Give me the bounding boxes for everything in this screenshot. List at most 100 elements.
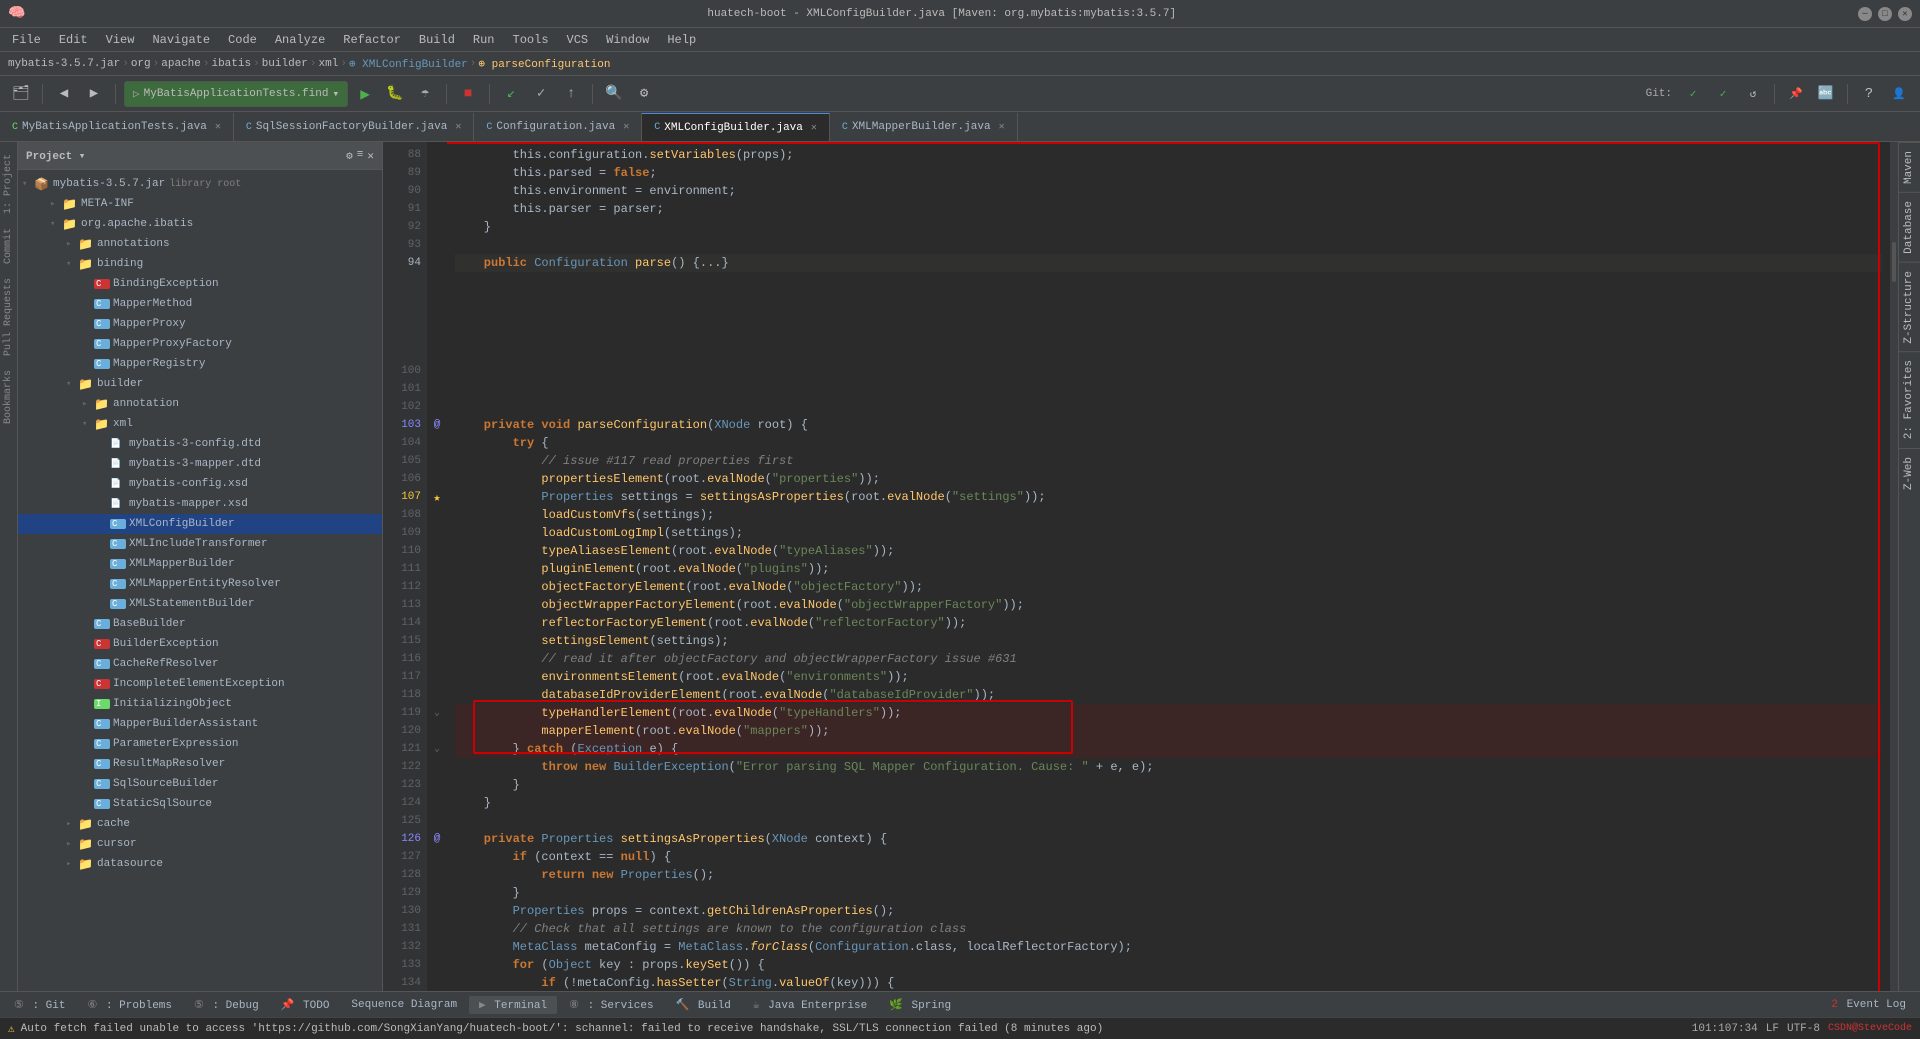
tree-meta-inf[interactable]: ▸ 📁 META-INF — [18, 194, 382, 214]
tree-mapper-registry[interactable]: C MapperRegistry — [18, 354, 382, 374]
breadcrumb-apache[interactable]: apache — [161, 58, 201, 70]
menu-item-tools[interactable]: Tools — [505, 31, 557, 49]
tree-mapper-proxy[interactable]: C MapperProxy — [18, 314, 382, 334]
z-favorites-tab[interactable]: 2: Favorites — [1899, 351, 1920, 447]
bottom-tab-sequence[interactable]: Sequence Diagram — [341, 997, 467, 1013]
menu-item-edit[interactable]: Edit — [51, 31, 96, 49]
search-everywhere-btn[interactable]: 🔍 — [601, 81, 627, 107]
toolbar-forward-btn[interactable]: ▶ — [81, 81, 107, 107]
tree-basebuilder[interactable]: C BaseBuilder — [18, 614, 382, 634]
tree-binding[interactable]: ▾ 📁 binding — [18, 254, 382, 274]
bottom-tab-problems[interactable]: ⑥ : Problems — [78, 996, 183, 1014]
z-structure-tab[interactable]: Z-Structure — [1899, 262, 1920, 352]
run-button[interactable]: ▶ — [352, 81, 378, 107]
tree-xmlmapperbuilder-node[interactable]: C XMLMapperBuilder — [18, 554, 382, 574]
tab-configuration[interactable]: C Configuration.java ✕ — [474, 113, 642, 141]
tree-cursor-folder[interactable]: ▸ 📁 cursor — [18, 834, 382, 854]
menu-item-navigate[interactable]: Navigate — [144, 31, 218, 49]
toolbar-back-btn[interactable]: ◀ — [51, 81, 77, 107]
commit-tool-btn[interactable]: Commit — [1, 224, 16, 268]
bottom-tab-debug[interactable]: ⑤ : Debug — [184, 996, 269, 1014]
breadcrumb-mybatis-jar[interactable]: mybatis-3.5.7.jar — [8, 58, 120, 70]
tab-mybatisapplicationtests[interactable]: C MyBatisApplicationTests.java ✕ — [0, 113, 234, 141]
breadcrumb-parseconfiguration[interactable]: ⊕ parseConfiguration — [478, 57, 610, 71]
minimize-button[interactable]: ─ — [1858, 7, 1872, 21]
tree-sqlsourcebuilder[interactable]: C SqlSourceBuilder — [18, 774, 382, 794]
tab-xmlconfigbuilder[interactable]: C XMLConfigBuilder.java ✕ — [642, 113, 830, 141]
menu-item-file[interactable]: File — [4, 31, 49, 49]
git-check-2[interactable]: ✓ — [1710, 81, 1736, 107]
debug-button[interactable]: 🐛 — [382, 81, 408, 107]
breadcrumb-xml[interactable]: xml — [319, 58, 339, 70]
tree-binding-exception[interactable]: C BindingException — [18, 274, 382, 294]
help-btn[interactable]: ? — [1856, 81, 1882, 107]
tree-xmlincludetransformer[interactable]: C XMLIncludeTransformer — [18, 534, 382, 554]
tree-annotation[interactable]: ▸ 📁 annotation — [18, 394, 382, 414]
menu-item-help[interactable]: Help — [659, 31, 704, 49]
tree-root[interactable]: ▾ 📦 mybatis-3.5.7.jar library root — [18, 174, 382, 194]
tab-close-configuration[interactable]: ✕ — [623, 121, 629, 133]
bookmarks-tool-btn[interactable]: Bookmarks — [1, 366, 16, 428]
maximize-button[interactable]: □ — [1878, 7, 1892, 21]
bottom-tab-git[interactable]: ⑤ : Git — [4, 996, 76, 1014]
tree-annotations[interactable]: ▸ 📁 annotations — [18, 234, 382, 254]
tab-close-xmlmapperbuilder[interactable]: ✕ — [999, 121, 1005, 133]
tab-close-xmlconfigbuilder[interactable]: ✕ — [811, 122, 817, 134]
tree-parameterexpression[interactable]: C ParameterExpression — [18, 734, 382, 754]
git-update-btn[interactable]: ↙ — [498, 81, 524, 107]
tree-mybatis-3-mapper-dtd[interactable]: 📄 mybatis-3-mapper.dtd — [18, 454, 382, 474]
menu-item-view[interactable]: View — [98, 31, 143, 49]
tree-mapper-method[interactable]: C MapperMethod — [18, 294, 382, 314]
tab-close-mybatisapplicationtests[interactable]: ✕ — [215, 121, 221, 133]
breadcrumb-xmlconfigbuilder[interactable]: ⊕ XMLConfigBuilder — [349, 57, 468, 71]
database-tab[interactable]: Database — [1899, 192, 1920, 262]
z-web-tab[interactable]: Z-Web — [1899, 448, 1920, 498]
menu-item-code[interactable]: Code — [220, 31, 265, 49]
bottom-tab-build[interactable]: 🔨 Build — [666, 996, 741, 1014]
tree-mybatis-config-xsd[interactable]: 📄 mybatis-config.xsd — [18, 474, 382, 494]
project-collapse-icon[interactable]: ≡ — [357, 149, 364, 163]
menu-item-vcs[interactable]: VCS — [559, 31, 597, 49]
tree-builderexception[interactable]: C BuilderException — [18, 634, 382, 654]
bottom-tab-event-log[interactable]: 2 Event Log — [1821, 997, 1916, 1013]
run-config-dropdown[interactable]: ▷ MyBatisApplicationTests.find ▾ — [124, 81, 348, 107]
bottom-tab-java-enterprise[interactable]: ☕ Java Enterprise — [743, 996, 877, 1014]
profile-btn[interactable]: 👤 — [1886, 81, 1912, 107]
code-content[interactable]: this.configuration.setVariables(props); … — [447, 142, 1890, 991]
tree-xmlstatementbuilder[interactable]: C XMLStatementBuilder — [18, 594, 382, 614]
tree-incompleteelement[interactable]: C IncompleteElementException — [18, 674, 382, 694]
bottom-tab-terminal[interactable]: ▶ Terminal — [469, 996, 557, 1014]
bottom-tab-todo[interactable]: 📌 TODO — [271, 996, 340, 1014]
menu-item-build[interactable]: Build — [411, 31, 463, 49]
menu-item-window[interactable]: Window — [598, 31, 657, 49]
git-check-1[interactable]: ✓ — [1680, 81, 1706, 107]
pullrequest-tool-btn[interactable]: Pull Requests — [1, 274, 16, 360]
menu-item-run[interactable]: Run — [465, 31, 503, 49]
breadcrumb-org[interactable]: org — [131, 58, 151, 70]
tree-resultmapresolver[interactable]: C ResultMapResolver — [18, 754, 382, 774]
tree-cache-folder[interactable]: ▸ 📁 cache — [18, 814, 382, 834]
stop-button[interactable]: ■ — [455, 81, 481, 107]
translate-btn[interactable]: 🔤 — [1813, 81, 1839, 107]
tree-xml-folder[interactable]: ▾ 📁 xml — [18, 414, 382, 434]
todo-btn[interactable]: 📌 — [1783, 81, 1809, 107]
bottom-tab-services[interactable]: ⑧ : Services — [559, 996, 664, 1014]
toolbar-project-btn[interactable]: 🗂 — [8, 81, 34, 107]
tree-cacherefresolver[interactable]: C CacheRefResolver — [18, 654, 382, 674]
project-close-icon[interactable]: ✕ — [367, 149, 374, 163]
breadcrumb-ibatis[interactable]: ibatis — [211, 58, 251, 70]
code-area[interactable]: 88 89 90 91 92 93 94 100 101 102 103 104… — [383, 142, 1898, 991]
maven-tab[interactable]: Maven — [1899, 142, 1920, 192]
close-button[interactable]: ✕ — [1898, 7, 1912, 21]
coverage-button[interactable]: ☂ — [412, 81, 438, 107]
tree-org-apache-ibatis[interactable]: ▾ 📁 org.apache.ibatis — [18, 214, 382, 234]
tree-mybatis-3-config-dtd[interactable]: 📄 mybatis-3-config.dtd — [18, 434, 382, 454]
breadcrumb-builder[interactable]: builder — [262, 58, 308, 70]
tab-close-sqlsessionfactorybuilder[interactable]: ✕ — [455, 121, 461, 133]
tree-xmlmapperentityresolver[interactable]: C XMLMapperEntityResolver — [18, 574, 382, 594]
git-revert-btn[interactable]: ↺ — [1740, 81, 1766, 107]
scrollbar-thumb[interactable] — [1892, 242, 1896, 282]
tree-mapper-proxy-factory[interactable]: C MapperProxyFactory — [18, 334, 382, 354]
tree-xmlconfigbuilder[interactable]: C XMLConfigBuilder — [18, 514, 382, 534]
editor-scrollbar[interactable] — [1890, 142, 1898, 991]
